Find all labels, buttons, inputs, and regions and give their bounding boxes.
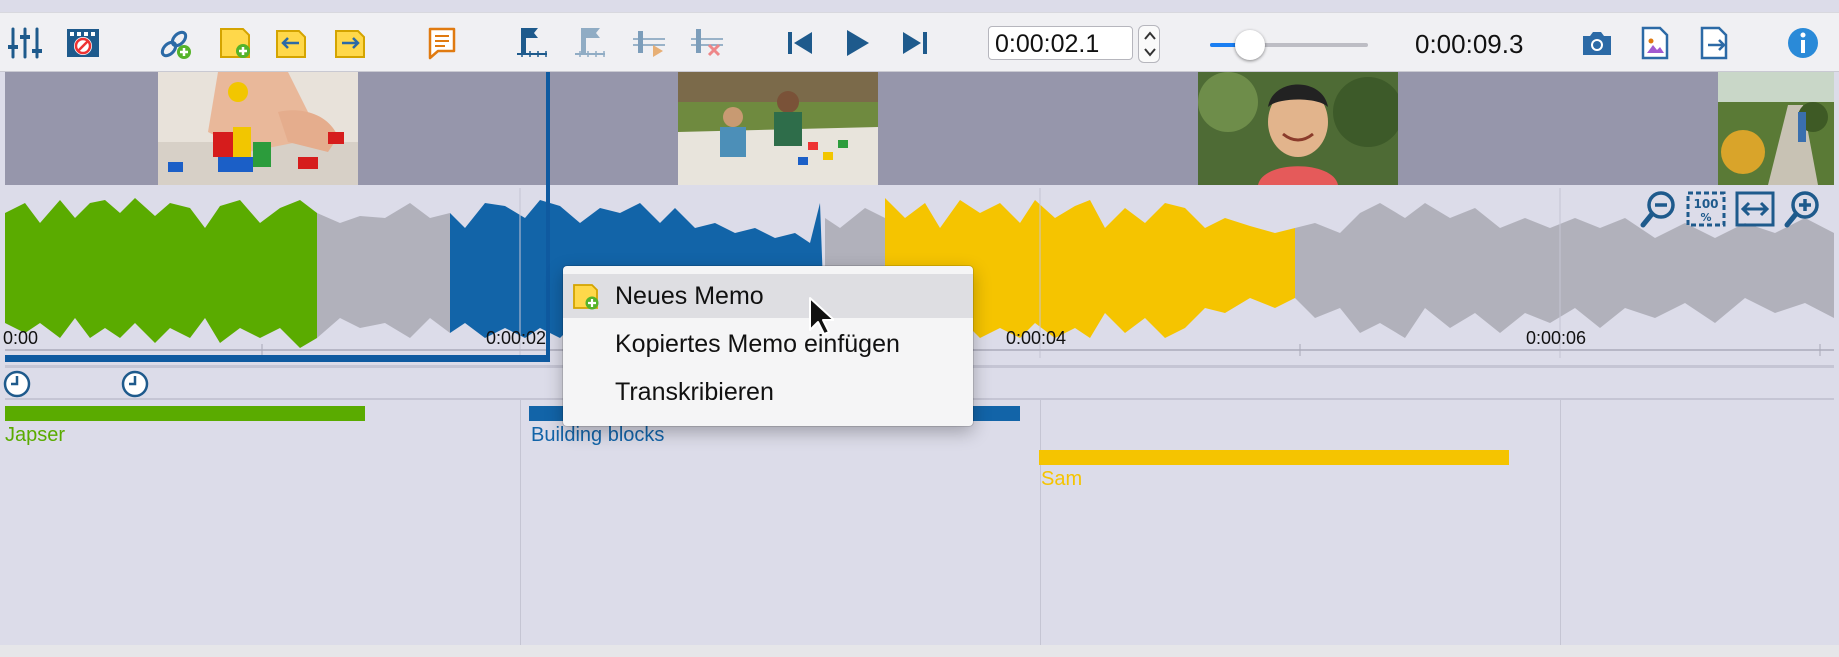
- grid-line: [1040, 400, 1041, 645]
- menu-item-label: Neues Memo: [615, 282, 764, 310]
- time-tick-label: 0:00: [3, 328, 39, 348]
- coding-tracks: Japser Building blocks Sam: [5, 400, 1834, 645]
- video-overlay-icon[interactable]: [63, 23, 103, 63]
- settings-sliders-icon[interactable]: [5, 23, 45, 63]
- time-tick-label: 0:00:02: [486, 328, 547, 348]
- zoom-100-percent-icon[interactable]: 100%: [1685, 188, 1727, 230]
- thumbnail-children-playing: [678, 72, 878, 185]
- new-memo-icon[interactable]: [215, 23, 255, 63]
- add-link-icon[interactable]: [155, 23, 195, 63]
- skip-back-icon[interactable]: [780, 23, 820, 63]
- new-memo-icon: [571, 282, 601, 312]
- time-stepper[interactable]: [1138, 25, 1160, 63]
- menu-item-label: Transkribieren: [615, 378, 774, 406]
- volume-slider[interactable]: [1210, 30, 1368, 60]
- delete-marker-icon[interactable]: [687, 23, 727, 63]
- window-bottom-edge: [0, 645, 1839, 657]
- marker-play-icon[interactable]: [629, 23, 669, 63]
- play-icon[interactable]: [836, 23, 876, 63]
- grid-line: [520, 400, 521, 645]
- zoom-out-icon[interactable]: [1638, 188, 1680, 230]
- comment-memo-icon[interactable]: [422, 23, 462, 63]
- time-tick-label: 0:00:04: [1006, 328, 1067, 348]
- memo-import-icon[interactable]: [271, 23, 311, 63]
- time-marker-clock-icon[interactable]: [3, 370, 31, 398]
- grid-line: [1560, 400, 1561, 645]
- thumbnail-building-blocks: [158, 72, 358, 185]
- toolbar: 0:00:02.1 0:00:09.3: [0, 12, 1839, 72]
- thumbnail-smiling-boy: [1198, 72, 1398, 185]
- slider-knob[interactable]: [1235, 30, 1265, 60]
- menu-item-label: Kopiertes Memo einfügen: [615, 330, 900, 358]
- fit-width-icon[interactable]: [1734, 188, 1776, 230]
- media-player-window: 0:00:02.1 0:00:09.3 0:00 0:00:02 0:00:04…: [0, 0, 1839, 657]
- playback-progress-bar[interactable]: [5, 355, 550, 362]
- skip-forward-icon[interactable]: [895, 23, 935, 63]
- info-icon[interactable]: [1783, 23, 1823, 63]
- code-label-japser[interactable]: Japser: [5, 424, 65, 447]
- camera-icon[interactable]: [1577, 23, 1617, 63]
- image-doc-icon[interactable]: [1635, 23, 1675, 63]
- menu-item-paste-memo[interactable]: Kopiertes Memo einfügen: [563, 322, 973, 366]
- time-marker-clock-icon[interactable]: [121, 370, 149, 398]
- video-thumbnail-strip: [5, 72, 1834, 185]
- playhead[interactable]: [546, 72, 550, 362]
- code-segment-japser[interactable]: [5, 406, 365, 421]
- thumbnail-garden-path: [1718, 72, 1834, 185]
- export-doc-icon[interactable]: [1694, 23, 1734, 63]
- zoom-in-icon[interactable]: [1782, 188, 1824, 230]
- context-menu: Neues Memo Kopiertes Memo einfügen Trans…: [563, 266, 973, 426]
- menu-item-transcribe[interactable]: Transkribieren: [563, 370, 973, 414]
- mouse-cursor-icon: [809, 297, 834, 335]
- set-marker-icon[interactable]: [512, 23, 552, 63]
- total-duration: 0:00:09.3: [1415, 29, 1524, 59]
- code-segment-sam[interactable]: [1039, 450, 1509, 465]
- menu-item-new-memo[interactable]: Neues Memo: [563, 274, 973, 318]
- current-time-input[interactable]: 0:00:02.1: [988, 26, 1133, 60]
- code-label-sam[interactable]: Sam: [1041, 468, 1082, 491]
- marker-off-icon[interactable]: [570, 23, 610, 63]
- time-tick-label: 0:00:06: [1526, 328, 1587, 348]
- memo-export-icon[interactable]: [330, 23, 370, 63]
- svg-text:%: %: [1700, 211, 1711, 224]
- svg-text:100: 100: [1693, 197, 1718, 211]
- code-label-building-blocks[interactable]: Building blocks: [531, 424, 664, 447]
